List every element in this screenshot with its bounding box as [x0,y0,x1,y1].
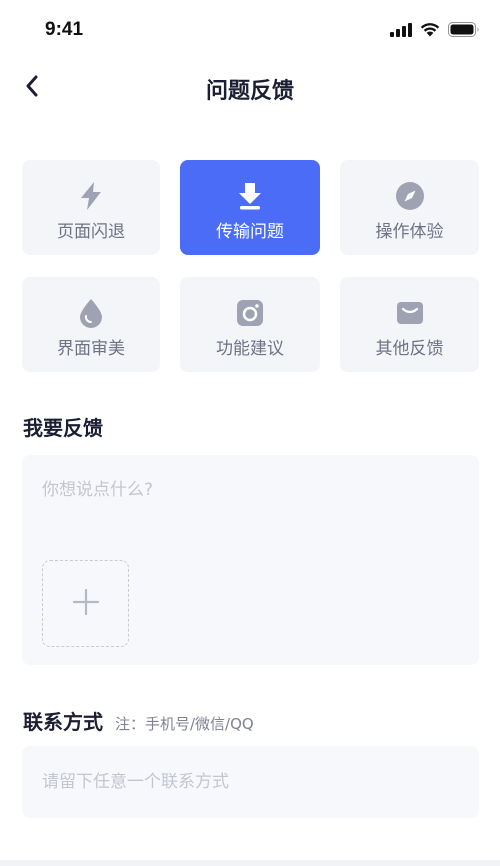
battery-icon [448,22,480,41]
contact-box [22,746,479,818]
contact-note: 注：手机号/微信/QQ [115,715,254,733]
contact-section-title: 联系方式 [23,710,103,734]
camera-icon [234,297,266,329]
cellular-signal-icon [390,22,412,41]
status-icons [390,22,480,41]
category-other-feedback[interactable]: 其他反馈 [340,277,479,372]
droplet-icon [75,297,107,329]
category-label: 功能建议 [216,339,284,359]
feedback-input[interactable] [42,475,452,505]
category-label: 页面闪退 [57,222,125,242]
category-label: 其他反馈 [375,339,444,359]
category-feature-suggestion[interactable]: 功能建议 [180,277,320,372]
category-label: 传输问题 [216,222,284,242]
feedback-box [22,455,479,665]
category-page-crash[interactable]: 页面闪退 [22,160,160,255]
download-arrow-icon [234,180,266,212]
contact-input[interactable] [42,767,452,797]
wifi-icon [420,22,440,41]
category-label: 操作体验 [375,222,444,242]
category-ui-aesthetics[interactable]: 界面审美 [22,277,160,372]
category-transfer-issue[interactable]: 传输问题 [180,160,320,255]
plus-icon [72,588,100,620]
upload-image-button[interactable] [42,560,129,647]
status-bar: 9:41 [0,0,500,60]
contact-header: 联系方式 注：手机号/微信/QQ [23,706,254,735]
nav-bar: 问题反馈 [0,60,500,116]
category-label: 界面审美 [57,339,125,359]
feedback-section-title: 我要反馈 [23,416,103,440]
mail-icon [394,297,426,329]
page-title: 问题反馈 [205,79,294,104]
category-grid: 页面闪退 传输问题 操作体验 界面审美 功能建议 其他反馈 [22,160,479,372]
bottom-divider [0,860,500,866]
status-time: 9:41 [45,19,84,40]
category-operation-experience[interactable]: 操作体验 [340,160,479,255]
compass-icon [394,180,426,212]
lightning-icon [75,180,107,212]
